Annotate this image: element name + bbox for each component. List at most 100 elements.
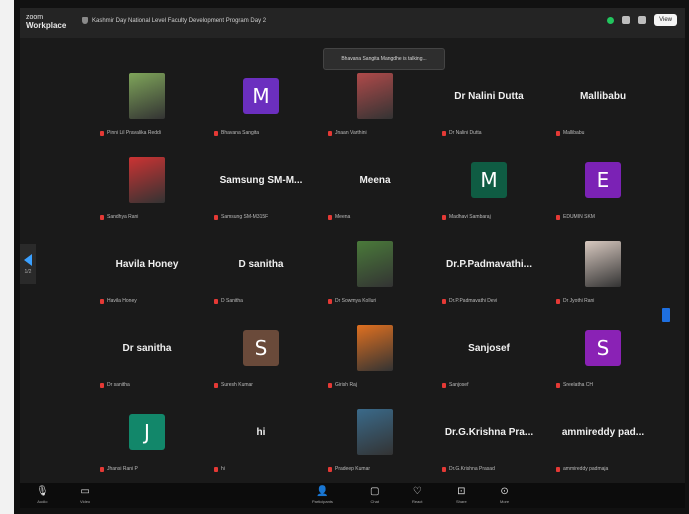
chat-label: Chat — [370, 499, 379, 504]
participant-tile[interactable]: E EDUMIN SKM — [546, 148, 660, 232]
participant-tile[interactable]: Girish Raj — [318, 316, 432, 400]
participant-caption: Girish Raj — [328, 382, 357, 388]
mic-off-icon — [556, 382, 560, 388]
avatar: S — [585, 330, 621, 366]
participant-name: Dr.G.Krishna Pra... — [444, 426, 534, 438]
participants-button[interactable]: 👤 Participants — [312, 486, 333, 504]
participant-tile[interactable]: Dr sanitha Dr sanitha — [90, 316, 204, 400]
participant-video: Samsung SM-M... — [204, 148, 318, 212]
mic-off-icon — [100, 214, 104, 220]
mic-off-icon — [442, 466, 446, 472]
participant-photo — [357, 325, 393, 371]
participant-name: ammireddy pad... — [561, 426, 645, 438]
participant-video: Dr.G.Krishna Pra... — [432, 400, 546, 464]
participant-caption-text: Havila Honey — [107, 298, 137, 304]
mic-off-icon — [214, 214, 218, 220]
participant-tile[interactable]: Dr.P.Padmavathi... Dr.P.Padmavathi Devi — [432, 232, 546, 316]
participant-video: Dr.P.Padmavathi... — [432, 232, 546, 296]
mic-off-icon — [328, 466, 332, 472]
participant-tile[interactable]: Jnaan Varthini — [318, 64, 432, 148]
layout-icon[interactable] — [638, 16, 647, 24]
participant-caption: D Sanitha — [214, 298, 243, 304]
react-button[interactable]: ♡ React — [412, 486, 422, 504]
participant-caption-text: Sanjosef — [449, 382, 469, 388]
share-button[interactable]: ⊡ Share — [456, 486, 467, 504]
participant-tile[interactable]: Meena Meena — [318, 148, 432, 232]
participant-caption: Dr.G.Krishna Prasad — [442, 466, 495, 472]
participant-tile[interactable]: M Bhavana Sangita — [204, 64, 318, 148]
participant-video: M — [204, 64, 318, 128]
participant-video — [90, 148, 204, 212]
mic-off-icon — [442, 214, 446, 220]
more-button[interactable]: ⊙ More — [500, 486, 509, 504]
participant-caption: Samsung SM-M315F — [214, 214, 268, 220]
participant-video — [318, 400, 432, 464]
participant-tile[interactable]: ammireddy pad... ammireddy padmaja — [546, 400, 660, 484]
participant-caption-text: D Sanitha — [221, 298, 243, 304]
participant-tile[interactable]: S Sreelatha CH — [546, 316, 660, 400]
participant-tile[interactable]: D sanitha D Sanitha — [204, 232, 318, 316]
participant-name: Sanjosef — [468, 342, 510, 354]
video-label: Video — [80, 499, 91, 504]
participant-video — [90, 64, 204, 128]
info-icon[interactable] — [622, 16, 631, 24]
participant-tile[interactable]: Sanjosef Sanjosef — [432, 316, 546, 400]
participant-name: Meena — [359, 174, 391, 186]
participant-tile[interactable]: Samsung SM-M... Samsung SM-M315F — [204, 148, 318, 232]
page-indicator: 1/2 — [24, 268, 32, 275]
participant-caption: EDUMIN SKM — [556, 214, 595, 220]
mic-off-icon — [328, 214, 332, 220]
mic-off-icon — [556, 130, 560, 136]
chat-button[interactable]: ▢ Chat — [370, 486, 379, 504]
participant-tile[interactable]: Pradeep Kumar — [318, 400, 432, 484]
mic-off-icon — [442, 382, 446, 388]
participant-tile[interactable]: hi hi — [204, 400, 318, 484]
avatar: S — [243, 330, 279, 366]
participant-tile[interactable]: Dr Jyothi Rani — [546, 232, 660, 316]
participant-tile[interactable]: Pinni Lil Pravalika Reddi — [90, 64, 204, 148]
chat-icon: ▢ — [370, 486, 380, 497]
participant-video: Sanjosef — [432, 316, 546, 380]
video-button[interactable]: ▭ Video — [80, 486, 90, 504]
participant-name: Samsung SM-M... — [219, 174, 303, 186]
audio-button[interactable]: 🎙 Audio — [36, 486, 49, 504]
participant-caption: Sreelatha CH — [556, 382, 593, 388]
participant-tile[interactable]: Dr Nalini Dutta Dr Nalini Dutta — [432, 64, 546, 148]
share-label: Share — [456, 499, 467, 504]
participant-tile[interactable]: J Jhansi Rani P — [90, 400, 204, 484]
participant-tile[interactable]: Mallibabu Mallibabu — [546, 64, 660, 148]
participant-caption-text: EDUMIN SKM — [563, 214, 595, 220]
mic-off-icon — [214, 298, 218, 304]
participant-caption-text: Sreelatha CH — [563, 382, 594, 388]
participant-tile[interactable]: Havila Honey Havila Honey — [90, 232, 204, 316]
encryption-status-icon[interactable] — [607, 16, 615, 24]
mic-off-icon — [556, 214, 560, 220]
video-icon: ▭ — [80, 486, 90, 497]
view-button[interactable]: View — [654, 14, 677, 26]
mic-off-icon — [556, 298, 560, 304]
react-label: React — [412, 499, 423, 504]
scroll-indicator[interactable] — [662, 308, 670, 322]
top-right-controls: View — [607, 14, 677, 26]
participant-tile[interactable]: S Suresh Kumar — [204, 316, 318, 400]
avatar: E — [585, 162, 621, 198]
participant-video: J — [90, 400, 204, 464]
participant-tile[interactable]: Dr.G.Krishna Pra... Dr.G.Krishna Prasad — [432, 400, 546, 484]
participant-video: S — [204, 316, 318, 380]
participant-caption-text: Bhavana Sangita — [221, 130, 260, 136]
participant-photo — [129, 157, 165, 203]
more-label: More — [500, 499, 510, 504]
participant-video: D sanitha — [204, 232, 318, 296]
participant-caption: Madhavi Sambaraj — [442, 214, 491, 220]
participant-tile[interactable]: Sandhya Rani — [90, 148, 204, 232]
mic-off-icon — [214, 382, 218, 388]
participant-caption-text: Dr Nalini Dutta — [449, 130, 482, 136]
participant-caption-text: Mallibabu — [563, 130, 585, 136]
participant-caption: Dr sanitha — [100, 382, 130, 388]
previous-page-button[interactable]: 1/2 — [20, 244, 36, 284]
meeting-title: Kashmir Day National Level Faculty Devel… — [82, 17, 266, 24]
participant-tile[interactable]: Dr Sowmya Kolluri — [318, 232, 432, 316]
participant-tile[interactable]: M Madhavi Sambaraj — [432, 148, 546, 232]
shield-icon — [82, 17, 88, 24]
participant-caption-text: Dr sanitha — [107, 382, 130, 388]
